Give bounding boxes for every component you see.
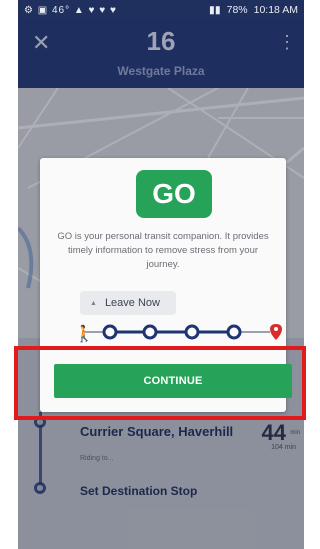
highlight-box [14,346,306,420]
caret-up-icon: ▲ [90,299,97,307]
go-logo: GO [136,170,212,218]
leave-now-bubble: ▲ Leave Now [80,291,176,315]
status-bar: ⚙ ▣ 46° ▲ ♥ ♥ ♥ ▮▮ 78% 10:18 AM [18,0,304,20]
leave-now-label: Leave Now [104,297,160,309]
battery-level: 78% [226,4,248,16]
clock: 10:18 AM [253,4,298,16]
notification-icons: ⚙ ▣ 46° ▲ ♥ ♥ ♥ [24,4,117,16]
journey-progress-track [82,324,282,340]
walking-person-icon: 🚶 [74,326,94,343]
phone-screen: ⚙ ▣ 46° ▲ ♥ ♥ ♥ ▮▮ 78% 10:18 AM ✕ 16 Wes… [18,0,304,549]
dialog-description: GO is your personal transit companion. I… [57,231,269,270]
signal-icon: ▮▮ [209,4,221,16]
